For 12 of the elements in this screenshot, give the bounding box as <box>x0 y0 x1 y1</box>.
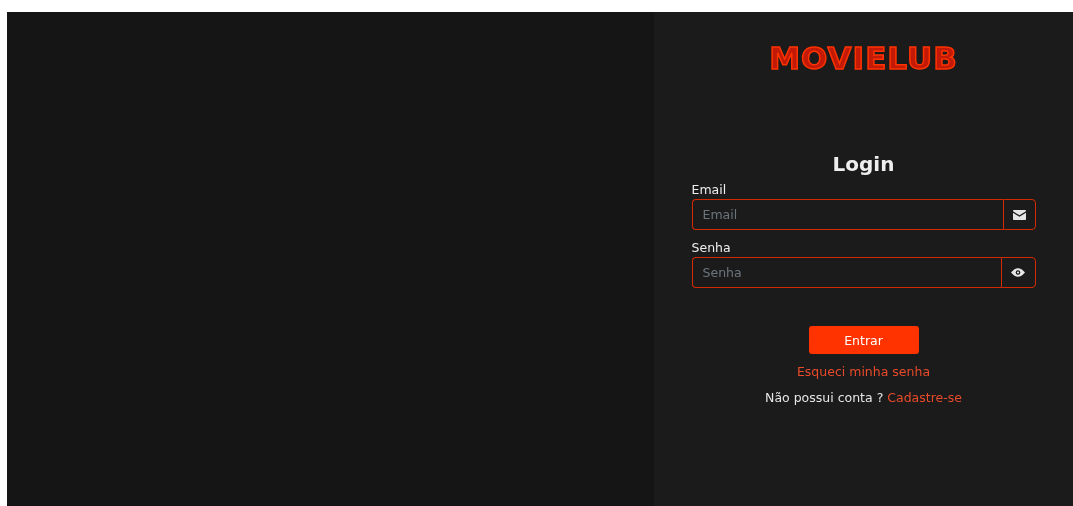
field-label: Senha <box>691 239 731 257</box>
login-button[interactable]: Entrar <box>808 326 919 354</box>
signup-link[interactable]: Cadastre-se <box>887 389 962 407</box>
input-field[interactable]: Senha <box>691 257 1001 288</box>
logo: MOVIELUB <box>769 40 958 76</box>
login-title: Login <box>832 152 895 176</box>
field-label: Email <box>691 181 727 199</box>
signup-prompt: Não possui conta ? <box>765 389 884 407</box>
input-field[interactable]: Email <box>691 199 1003 230</box>
envelope-icon <box>1012 209 1026 220</box>
eye-icon[interactable] <box>1011 268 1025 277</box>
forgot-password-link[interactable]: Esqueci minha senha <box>796 363 931 381</box>
